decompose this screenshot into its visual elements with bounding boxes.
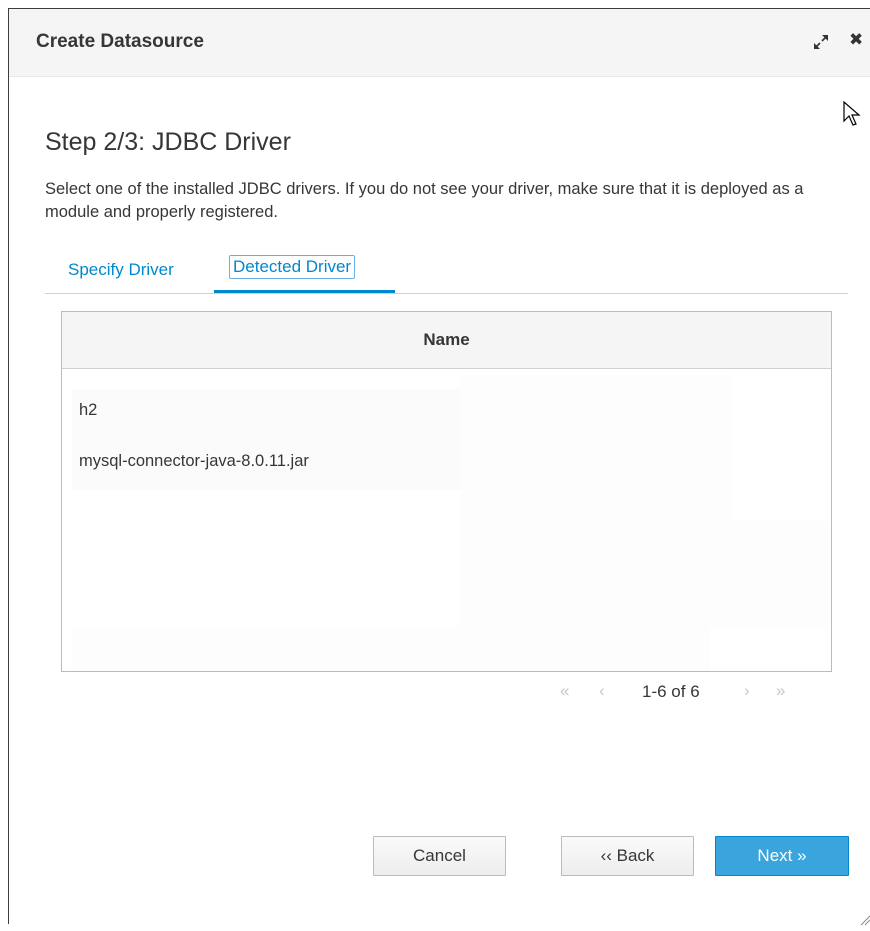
- next-page-icon[interactable]: ›: [744, 681, 750, 701]
- cancel-button[interactable]: Cancel: [373, 836, 506, 876]
- table-row[interactable]: mysql-connector-java-8.0.11.jar: [79, 452, 309, 471]
- tab-detected-driver[interactable]: Detected Driver: [229, 255, 356, 279]
- active-tab-indicator: [214, 290, 395, 293]
- pagination-text: 1-6 of 6: [642, 682, 700, 701]
- first-page-icon[interactable]: «: [560, 681, 569, 701]
- table-row[interactable]: h2: [79, 401, 97, 420]
- back-button[interactable]: ‹‹ Back: [561, 836, 694, 876]
- step-title: Step 2/3: JDBC Driver: [45, 128, 291, 156]
- drivers-table: Name h2 mysql-connector-java-8.0.11.jar: [61, 311, 832, 672]
- tab-specify-driver[interactable]: Specify Driver: [68, 260, 174, 280]
- mouse-cursor-icon: [843, 100, 861, 132]
- maximize-icon[interactable]: [812, 33, 830, 55]
- row-background: [72, 389, 461, 490]
- last-page-icon[interactable]: »: [776, 681, 785, 701]
- driver-tabs: Specify Driver Detected Driver: [45, 250, 848, 294]
- dialog-title: Create Datasource: [36, 31, 204, 52]
- row-background: [461, 375, 731, 521]
- prev-page-icon[interactable]: ‹: [599, 681, 605, 701]
- resize-handle-icon[interactable]: [859, 913, 870, 931]
- row-background: [461, 521, 828, 626]
- close-icon[interactable]: ✖: [849, 31, 863, 48]
- next-button[interactable]: Next »: [715, 836, 849, 876]
- row-background: [72, 626, 710, 671]
- step-description: Select one of the installed JDBC drivers…: [45, 180, 804, 221]
- column-header-name[interactable]: Name: [62, 312, 831, 369]
- dialog-header: Create Datasource ✖: [9, 9, 870, 77]
- create-datasource-dialog: Create Datasource ✖ Step 2/3: JDBC Drive…: [8, 8, 870, 926]
